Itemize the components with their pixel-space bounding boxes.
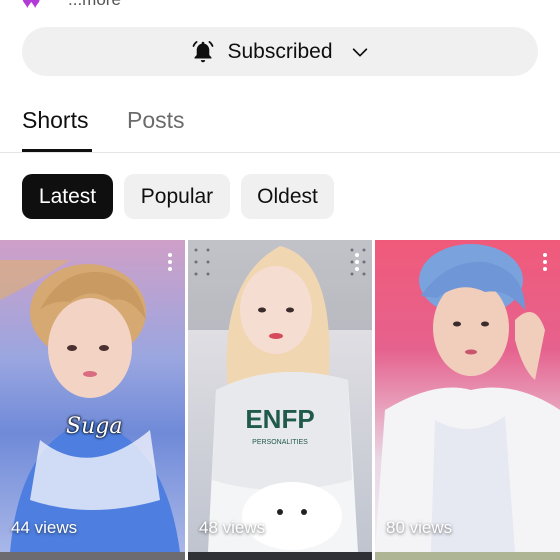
channel-tabs: Shorts Posts: [0, 100, 560, 153]
tab-posts[interactable]: Posts: [127, 107, 185, 134]
active-tab-indicator: [22, 149, 92, 152]
short-thumbnail-5-partial[interactable]: [188, 552, 372, 560]
filter-chip-latest[interactable]: Latest: [22, 174, 113, 219]
short-view-count: 80 views: [386, 518, 453, 537]
shirt-print-subtext: PERSONALITIES: [252, 439, 308, 446]
short-thumbnail-image: [375, 244, 560, 552]
short-thumbnail-image: [0, 260, 180, 552]
filter-chip-popular[interactable]: Popular: [124, 174, 230, 219]
short-thumbnail-image: ENFP PERSONALITIES: [188, 240, 372, 552]
short-thumbnail-6-partial[interactable]: [375, 552, 560, 560]
short-thumbnail-3[interactable]: 80 views: [375, 240, 560, 552]
more-options-icon[interactable]: [542, 252, 548, 272]
short-view-count: 48 views: [199, 518, 266, 537]
more-options-icon[interactable]: [167, 252, 173, 272]
channel-description-row: ♥♥ ...more: [0, 0, 560, 14]
more-options-icon[interactable]: [354, 252, 360, 272]
short-thumbnail-4-partial[interactable]: [0, 552, 185, 560]
heart-emoji-icons: ♥♥: [22, 0, 40, 12]
short-thumbnail-2[interactable]: ENFP PERSONALITIES 48 views: [188, 240, 372, 552]
tab-shorts[interactable]: Shorts: [22, 107, 88, 134]
shirt-print-text: ENFP: [245, 404, 314, 434]
filter-chip-oldest[interactable]: Oldest: [241, 174, 334, 219]
bell-icon: [189, 38, 217, 66]
short-view-count: 44 views: [11, 518, 78, 537]
description-more-link[interactable]: ...more: [68, 0, 121, 10]
short-thumbnail-1[interactable]: Suga 44 views: [0, 240, 185, 552]
subscribed-label: Subscribed: [227, 39, 333, 63]
chevron-down-icon: [349, 41, 371, 63]
short-overlay-text: Suga: [66, 414, 123, 439]
subscribed-button[interactable]: Subscribed: [22, 27, 538, 76]
